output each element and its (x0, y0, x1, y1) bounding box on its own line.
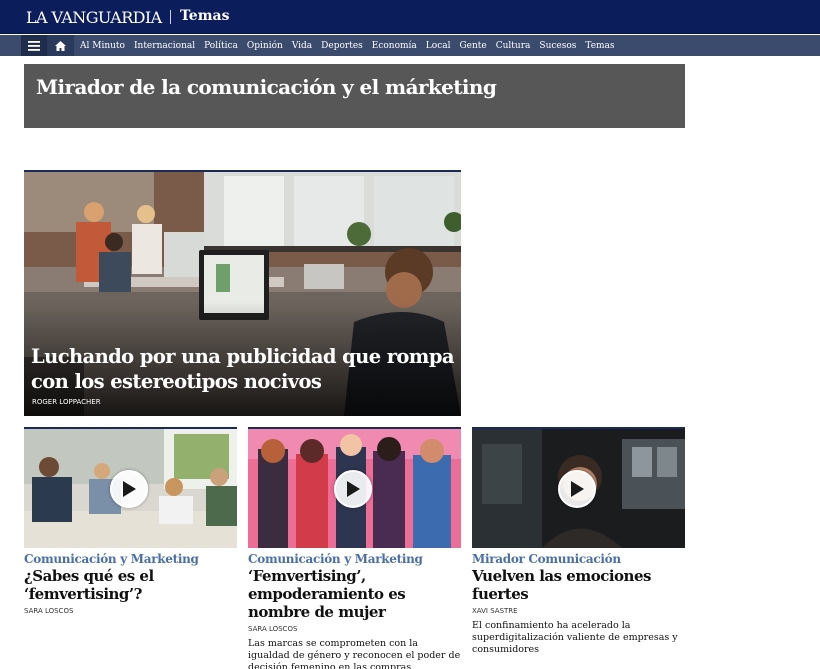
topic-title: Mirador de la comunicación y el márketin… (36, 75, 497, 99)
nav-item-temas[interactable]: Temas (585, 41, 614, 51)
card-section-link[interactable]: Comunicación y Marketing (24, 552, 237, 566)
card-description: El confinamiento ha acelerado la superdi… (472, 620, 678, 655)
home-button[interactable] (47, 35, 74, 56)
nav-item-internacional[interactable]: Internacional (134, 41, 195, 51)
video-thumbnail[interactable] (24, 427, 237, 548)
card-author[interactable]: SARA LOSCOS (24, 607, 237, 615)
card-section-link[interactable]: Mirador Comunicación (472, 552, 685, 566)
nav-item-economia[interactable]: Economía (372, 41, 417, 51)
site-logo[interactable]: LA VANGUARDIA (26, 8, 162, 27)
nav-item-vida[interactable]: Vida (292, 41, 312, 51)
play-button[interactable] (334, 470, 372, 508)
card-description: Las marcas se comprometen con la igualda… (248, 638, 461, 669)
card-author[interactable]: XAVI SASTRE (472, 607, 685, 615)
card-headline[interactable]: ¿Sabes qué es el ‘femvertising’? (24, 567, 237, 603)
card-section-link[interactable]: Comunicación y Marketing (248, 552, 461, 566)
topic-banner: Mirador de la comunicación y el márketin… (24, 64, 685, 128)
story-card[interactable]: Comunicación y Marketing ¿Sabes qué es e… (24, 427, 237, 615)
main-nav: Al Minuto Internacional Política Opinión… (0, 35, 820, 56)
nav-item-cultura[interactable]: Cultura (496, 41, 531, 51)
nav-item-gente[interactable]: Gente (459, 41, 486, 51)
play-icon (347, 481, 360, 497)
card-headline[interactable]: Vuelven las emociones fuertes (472, 567, 685, 603)
home-icon (55, 40, 66, 51)
section-title[interactable]: Temas (180, 8, 230, 24)
hero-story[interactable]: Luchando por una publicidad que rompa co… (24, 170, 461, 416)
play-button[interactable] (558, 470, 596, 508)
nav-item-opinion[interactable]: Opinión (247, 41, 283, 51)
hero-author[interactable]: ROGER LOPPACHER (32, 398, 101, 406)
play-button[interactable] (110, 470, 148, 508)
hamburger-icon (28, 40, 40, 51)
card-author[interactable]: SARA LOSCOS (248, 625, 461, 633)
video-thumbnail[interactable] (472, 427, 685, 548)
play-icon (123, 481, 136, 497)
story-card[interactable]: Comunicación y Marketing ‘Femvertising’,… (248, 427, 461, 669)
play-icon (571, 481, 584, 497)
hero-headline[interactable]: Luchando por una publicidad que rompa co… (31, 344, 461, 394)
masthead: LA VANGUARDIA Temas (0, 0, 820, 34)
story-card[interactable]: Mirador Comunicación Vuelven las emocion… (472, 427, 685, 656)
nav-item-al-minuto[interactable]: Al Minuto (80, 41, 125, 51)
logo-divider (170, 10, 171, 24)
card-headline[interactable]: ‘Femvertising’, empoderamiento es nombre… (248, 567, 461, 621)
nav-item-local[interactable]: Local (426, 41, 451, 51)
menu-button[interactable] (21, 35, 47, 56)
nav-item-politica[interactable]: Política (204, 41, 238, 51)
nav-items: Al Minuto Internacional Política Opinión… (80, 35, 624, 56)
nav-item-deportes[interactable]: Deportes (321, 41, 363, 51)
nav-item-sucesos[interactable]: Sucesos (539, 41, 576, 51)
video-thumbnail[interactable] (248, 427, 461, 548)
